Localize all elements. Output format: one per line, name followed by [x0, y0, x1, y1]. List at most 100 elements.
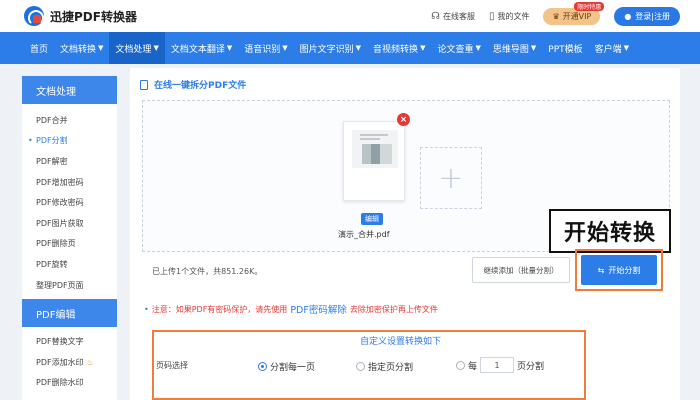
- thumbnail-text-line: [360, 138, 380, 140]
- main-panel: 在线一键拆分PDF文件 × 编辑 演示_合并.pdf + 开始转换 已上传1个文…: [130, 68, 680, 400]
- nav-doc-convert[interactable]: 文档转换 ▼: [54, 32, 109, 64]
- file-icon: ▯: [488, 11, 495, 22]
- split-specified-pages-option[interactable]: 指定页分割: [356, 360, 413, 373]
- sidebar-item-add-watermark[interactable]: PDF添加水印 ♨: [22, 352, 117, 373]
- page-title-text: 在线一键拆分PDF文件: [154, 81, 247, 91]
- radio-icon: [456, 360, 465, 370]
- remove-file-icon[interactable]: ×: [397, 113, 410, 126]
- option-label: 每: [468, 361, 478, 372]
- notice-text: 注意：如果PDF有密码保护，请先使用: [151, 304, 288, 314]
- caret-down-icon: ▼: [226, 44, 233, 52]
- login-label: 登录|注册: [635, 12, 670, 21]
- sidebar-item-replace-text[interactable]: PDF替换文字: [22, 331, 117, 352]
- pages-per-split-input[interactable]: 1: [480, 357, 515, 373]
- continue-add-button[interactable]: 继续添加（批量分割）: [472, 257, 570, 283]
- radio-icon: [356, 362, 365, 371]
- caret-down-icon: ▼: [530, 44, 537, 52]
- sidebar-item-pdf-merge[interactable]: PDF合并: [22, 110, 117, 131]
- upload-dropzone[interactable]: × 编辑 演示_合并.pdf + 开始转换: [142, 100, 671, 284]
- nav-client[interactable]: 客户端 ▼: [589, 32, 635, 64]
- caret-down-icon: ▼: [98, 44, 104, 52]
- settings-title: 自定义设置转换如下: [360, 337, 442, 347]
- password-notice: • 注意：如果PDF有密码保护，请先使用 PDF密码解除 去除加密保护再上传文件: [144, 302, 438, 317]
- sidebar-section-pdf-edit: PDF编辑: [22, 299, 117, 328]
- split-every-n-pages-option[interactable]: 每 1 页分割: [456, 357, 544, 373]
- add-file-button[interactable]: +: [420, 147, 482, 209]
- nav-speech[interactable]: 语音识别 ▼: [238, 32, 293, 64]
- sidebar-item-pdf-split[interactable]: • PDF分割: [22, 131, 117, 152]
- nav-label: 首页: [30, 44, 49, 55]
- nav-mindmap[interactable]: 思维导图 ▼: [487, 32, 542, 64]
- nav-label: 文档文本翻译: [170, 44, 225, 55]
- start-convert-callout: 开始转换: [549, 209, 671, 253]
- caret-down-icon: ▼: [282, 44, 288, 52]
- nav-av-convert[interactable]: 音视频转换 ▼: [367, 32, 431, 64]
- bullet-icon: •: [144, 304, 149, 314]
- file-name: 演示_合并.pdf: [338, 230, 390, 239]
- swap-icon: ⇆: [597, 265, 605, 275]
- my-files-label: 我的文件: [497, 12, 530, 21]
- sidebar-item-pdf-rotate[interactable]: PDF旋转: [22, 254, 117, 275]
- sidebar-item-pdf-change-password[interactable]: PDF修改密码: [22, 192, 117, 213]
- sidebar-item-remove-watermark[interactable]: PDF删除水印: [22, 373, 117, 394]
- sidebar-item-pdf-decrypt[interactable]: PDF解密: [22, 151, 117, 172]
- app-logo[interactable]: 迅捷PDF转换器: [24, 6, 137, 26]
- vip-button[interactable]: ♛ 开通VIP 限时特惠: [543, 2, 605, 25]
- caret-down-icon: ▼: [475, 44, 481, 52]
- option-label: 页分割: [517, 361, 545, 372]
- thumbnail-preview: [352, 130, 398, 168]
- nav-label: 文档处理: [115, 44, 152, 55]
- nav-label: 语音识别: [244, 44, 281, 55]
- crown-icon: ♛: [552, 12, 560, 21]
- pdf-thumbnail[interactable]: [343, 121, 405, 201]
- sidebar-item-pdf-extract-images[interactable]: PDF图片获取: [22, 213, 117, 234]
- edit-button[interactable]: 编辑: [361, 213, 383, 225]
- sidebar-item-organize-pages[interactable]: 整理PDF页面: [22, 275, 117, 296]
- vip-badge: 限时特惠: [574, 2, 605, 11]
- upload-status: 已上传1个文件，共851.26K。: [152, 267, 263, 276]
- main-nav: 首页 文档转换 ▼ 文档处理 ▼ 文档文本翻译 ▼ 语音识别 ▼ 图片文字识别 ▼ 音视频…: [0, 32, 700, 64]
- nav-label: 图片文字识别: [299, 44, 354, 55]
- page-selection-label: 页码选择: [156, 361, 188, 370]
- sidebar-item-pdf-add-password[interactable]: PDF增加密码: [22, 172, 117, 193]
- caret-down-icon: ▼: [420, 44, 426, 52]
- active-dot-icon: •: [28, 136, 33, 146]
- nav-label: 音视频转换: [373, 44, 419, 55]
- nav-home[interactable]: 首页: [24, 32, 54, 64]
- nav-doc-process[interactable]: 文档处理 ▼: [109, 32, 165, 64]
- sidebar-section-doc-process: 文档处理: [22, 76, 117, 104]
- start-split-label: 开始分割: [608, 265, 641, 275]
- nav-label: 论文查重: [437, 44, 474, 55]
- online-service-link[interactable]: ☊ 在线客服: [431, 11, 475, 22]
- start-split-button[interactable]: ⇆ 开始分割: [581, 255, 657, 285]
- app-name: 迅捷PDF转换器: [50, 9, 137, 24]
- vip-label: 开通VIP: [562, 12, 592, 21]
- nav-plagiarism[interactable]: 论文查重 ▼: [431, 32, 486, 64]
- my-files-link[interactable]: ▯ 我的文件: [489, 11, 530, 22]
- document-icon: [140, 79, 148, 90]
- login-button[interactable]: ● 登录|注册: [614, 7, 680, 26]
- user-icon: ●: [624, 12, 632, 21]
- thumbnail-text-line: [360, 134, 388, 136]
- fire-icon: ♨: [86, 357, 94, 367]
- page-selection-row: 页码选择: [156, 360, 188, 371]
- logo-icon: [24, 6, 44, 26]
- nav-label: 思维导图: [492, 44, 529, 55]
- split-each-page-option[interactable]: 分割每一页: [258, 360, 315, 373]
- nav-ppt[interactable]: PPT模板: [542, 32, 588, 64]
- page-title: 在线一键拆分PDF文件: [140, 78, 246, 91]
- radio-checked-icon: [258, 362, 267, 371]
- nav-ocr[interactable]: 图片文字识别 ▼: [294, 32, 367, 64]
- sidebar-item-label: PDF添加水印: [36, 357, 84, 367]
- nav-translate[interactable]: 文档文本翻译 ▼: [165, 32, 238, 64]
- nav-label: 文档转换: [60, 44, 97, 55]
- plus-icon: +: [438, 160, 464, 196]
- nav-label: PPT模板: [548, 44, 583, 55]
- option-label: 分割每一页: [270, 363, 316, 373]
- caret-down-icon: ▼: [153, 44, 159, 52]
- pdf-unlock-link[interactable]: PDF密码解除: [290, 302, 347, 316]
- top-header: 迅捷PDF转换器 ☊ 在线客服 ▯ 我的文件 ♛ 开通VIP 限时特惠 ● 登录…: [0, 0, 700, 32]
- sidebar-item-label: PDF分割: [36, 136, 68, 146]
- sidebar-item-pdf-delete-pages[interactable]: PDF删除页: [22, 234, 117, 255]
- notice-text: 去除加密保护再上传文件: [349, 304, 438, 314]
